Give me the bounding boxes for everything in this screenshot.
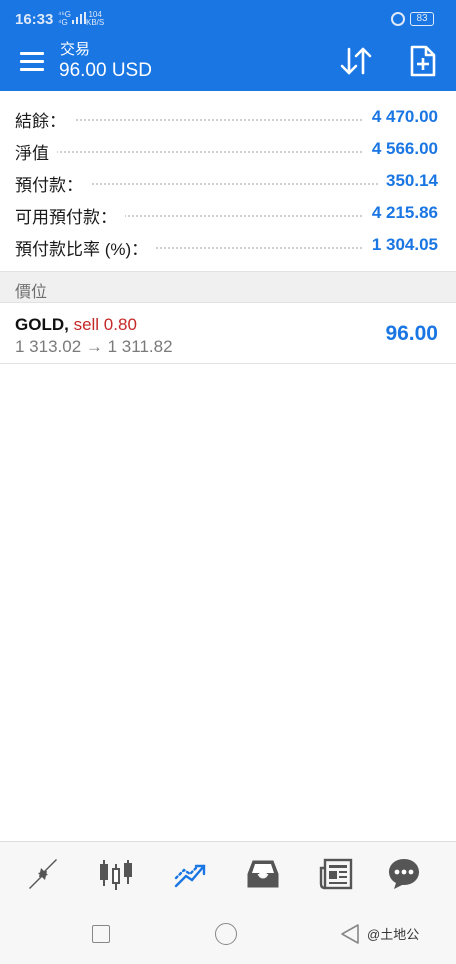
summary-row-balance: 結餘： 4 470.00	[0, 101, 456, 133]
status-time: 16:33	[15, 11, 54, 28]
position-row[interactable]: GOLD, sell 0.80 1 313.02 → 1 311.82 96.0…	[0, 303, 456, 364]
chat-icon[interactable]	[386, 856, 422, 892]
positions-section-header: 價位	[0, 271, 456, 303]
back-button[interactable]	[340, 923, 360, 945]
chart-candles-icon[interactable]	[98, 856, 134, 892]
summary-label: 淨值	[15, 139, 57, 164]
rotation-lock-icon	[391, 12, 405, 26]
network-line-2: ⁴G	[58, 18, 68, 27]
summary-value: 4 566.00	[363, 139, 438, 159]
summary-value: 4 470.00	[363, 107, 438, 127]
status-bar: 16:33 ⁴⁶G ⁴G 104 KB/S 83	[0, 0, 456, 36]
position-prices: 1 313.02 → 1 311.82	[15, 337, 173, 356]
signal-icon	[72, 12, 86, 24]
position-title: GOLD, sell 0.80	[15, 315, 137, 335]
account-profit: 96.00 USD	[59, 60, 152, 81]
section-label: 價位	[15, 284, 48, 301]
position-side: sell 0.80	[73, 315, 137, 334]
inbox-icon[interactable]	[245, 856, 281, 892]
news-icon[interactable]	[318, 856, 354, 892]
bottom-nav	[0, 841, 456, 905]
trade-icon[interactable]	[172, 856, 208, 892]
app-header: 16:33 ⁴⁶G ⁴G 104 KB/S 83 交易 96.00 USD	[0, 0, 456, 91]
recent-apps-button[interactable]	[92, 925, 110, 943]
quotes-arrows-icon[interactable]	[25, 856, 61, 892]
summary-row-equity: 淨值 4 566.00	[0, 133, 456, 165]
summary-value: 4 215.86	[363, 203, 438, 223]
menu-button[interactable]	[20, 52, 46, 72]
summary-label: 預付款：	[15, 171, 91, 196]
summary-label: 預付款比率 (%)：	[15, 235, 157, 260]
position-symbol: GOLD,	[15, 315, 69, 334]
summary-value: 1 304.05	[363, 235, 438, 255]
summary-row-margin: 預付款： 350.14	[0, 165, 456, 197]
summary-label: 可用預付款：	[15, 203, 125, 228]
network-speed: 104 KB/S	[86, 11, 104, 27]
summary-row-free-margin: 可用預付款： 4 215.86	[0, 197, 456, 229]
watermark: @土地公	[367, 927, 420, 942]
network-indicator: ⁴⁶G ⁴G	[58, 11, 71, 27]
home-button[interactable]	[215, 923, 237, 945]
network-speed-unit: KB/S	[86, 18, 105, 27]
position-profit: 96.00	[385, 322, 438, 345]
sort-order-icon[interactable]	[338, 44, 374, 78]
summary-row-margin-level: 預付款比率 (%)： 1 304.05	[0, 229, 456, 261]
page-title: 交易	[60, 41, 91, 58]
summary-label: 結餘：	[15, 107, 74, 132]
summary-value: 350.14	[378, 171, 438, 191]
new-order-icon[interactable]	[406, 44, 440, 78]
battery-icon: 83	[410, 12, 434, 26]
account-summary: 結餘： 4 470.00 淨值 4 566.00 預付款： 350.14 可用預…	[0, 101, 456, 261]
